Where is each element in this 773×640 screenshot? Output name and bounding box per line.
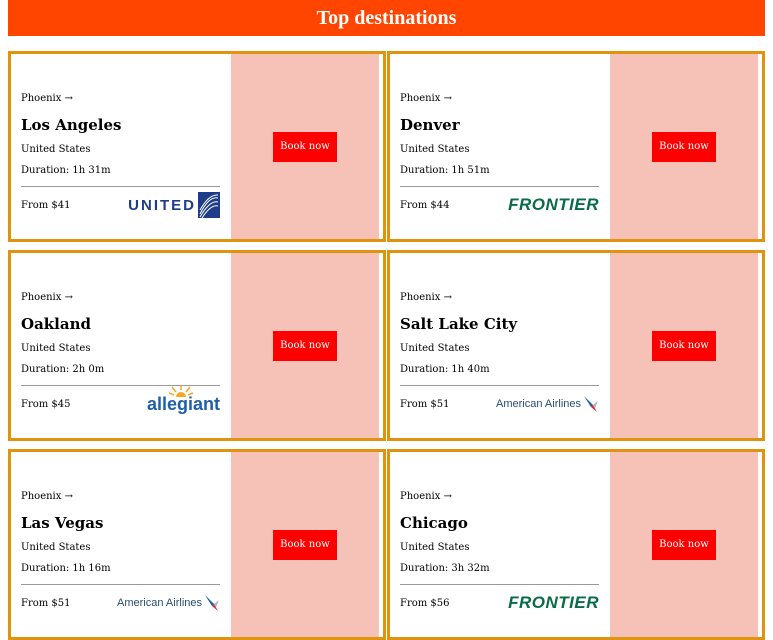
united-wordmark: UNITED	[128, 196, 196, 214]
destinations-grid: Phoenix → Los Angeles United States Dura…	[8, 51, 765, 640]
book-now-button[interactable]: Book now	[652, 330, 716, 361]
destination-card: Phoenix → Las Vegas United States Durati…	[8, 449, 386, 640]
origin-label: Phoenix →	[400, 491, 452, 502]
destination-country: United States	[400, 542, 470, 553]
sun-icon	[168, 384, 193, 397]
book-panel: Book now	[231, 452, 379, 637]
destination-country: United States	[400, 343, 470, 354]
card-info: Phoenix → Las Vegas United States Durati…	[11, 452, 231, 637]
flight-symbol-icon	[584, 396, 598, 412]
destination-city: Oakland	[21, 315, 91, 333]
flight-duration: Duration: 1h 16m	[21, 563, 111, 574]
allegiant-logo: allegiant	[146, 384, 220, 415]
destination-city: Los Angeles	[21, 116, 122, 134]
origin-label: Phoenix →	[21, 292, 73, 303]
destination-city: Denver	[400, 116, 460, 134]
flight-duration: Duration: 3h 32m	[400, 563, 490, 574]
price-label: From $56	[400, 597, 450, 609]
airline-logo: American Airlines	[496, 389, 599, 419]
destination-city: Chicago	[400, 514, 468, 532]
destination-card: Phoenix → Oakland United States Duration…	[8, 250, 386, 441]
frontier-logo: FRONTIER	[508, 195, 599, 214]
flight-duration: Duration: 2h 0m	[21, 364, 105, 375]
book-panel: Book now	[231, 54, 379, 239]
price-label: From $51	[21, 597, 71, 609]
american-airlines-logo: American Airlines	[117, 594, 220, 612]
origin-label: Phoenix →	[21, 93, 73, 104]
card-info: Phoenix → Denver United States Duration:…	[390, 54, 610, 239]
card-info: Phoenix → Chicago United States Duration…	[390, 452, 610, 637]
destination-country: United States	[21, 144, 91, 155]
destination-city: Las Vegas	[21, 514, 104, 532]
card-info: Phoenix → Salt Lake City United States D…	[390, 253, 610, 438]
flight-duration: Duration: 1h 40m	[400, 364, 490, 375]
airline-logo: allegiant	[146, 384, 220, 419]
flight-duration: Duration: 1h 51m	[400, 165, 490, 176]
origin-label: Phoenix →	[400, 93, 452, 104]
airline-logo: American Airlines	[117, 588, 220, 618]
destination-card: Phoenix → Denver United States Duration:…	[387, 51, 765, 242]
book-panel: Book now	[610, 452, 758, 637]
book-now-button[interactable]: Book now	[273, 529, 337, 560]
flight-symbol-icon	[205, 595, 219, 611]
globe-icon	[198, 192, 220, 218]
destination-country: United States	[400, 144, 470, 155]
price-label: From $41	[21, 199, 71, 211]
destination-card: Phoenix → Los Angeles United States Dura…	[8, 51, 386, 242]
book-now-button[interactable]: Book now	[652, 529, 716, 560]
destination-city: Salt Lake City	[400, 315, 518, 333]
book-now-button[interactable]: Book now	[652, 131, 716, 162]
airline-logo: FRONTIER	[508, 588, 599, 618]
price-label: From $44	[400, 199, 450, 211]
destination-country: United States	[21, 542, 91, 553]
origin-label: Phoenix →	[400, 292, 452, 303]
american-airlines-wordmark: American Airlines	[117, 597, 202, 609]
book-now-button[interactable]: Book now	[273, 131, 337, 162]
flight-duration: Duration: 1h 31m	[21, 165, 111, 176]
frontier-logo: FRONTIER	[508, 593, 599, 612]
american-airlines-wordmark: American Airlines	[496, 398, 581, 410]
price-label: From $45	[21, 398, 71, 410]
destination-card: Phoenix → Salt Lake City United States D…	[387, 250, 765, 441]
book-panel: Book now	[610, 54, 758, 239]
card-info: Phoenix → Oakland United States Duration…	[11, 253, 231, 438]
card-info: Phoenix → Los Angeles United States Dura…	[11, 54, 231, 239]
destination-country: United States	[21, 343, 91, 354]
airline-logo: UNITED	[128, 190, 220, 220]
origin-label: Phoenix →	[21, 491, 73, 502]
united-logo: UNITED	[128, 192, 220, 218]
page-title: Top destinations	[8, 0, 765, 36]
allegiant-wordmark: allegiant	[146, 393, 220, 414]
destination-card: Phoenix → Chicago United States Duration…	[387, 449, 765, 640]
book-panel: Book now	[231, 253, 379, 438]
american-airlines-logo: American Airlines	[496, 395, 599, 413]
book-panel: Book now	[610, 253, 758, 438]
airline-logo: FRONTIER	[508, 190, 599, 220]
price-label: From $51	[400, 398, 450, 410]
book-now-button[interactable]: Book now	[273, 330, 337, 361]
